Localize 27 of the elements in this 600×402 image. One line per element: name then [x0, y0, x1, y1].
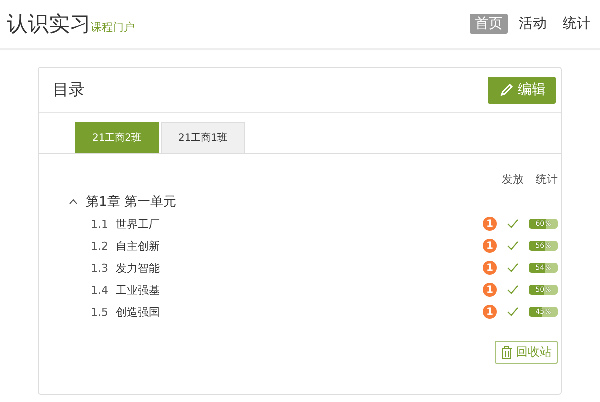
nav-link[interactable]: 活动: [514, 14, 552, 34]
site-title: 认识实习: [7, 11, 91, 38]
nav-link[interactable]: 统计: [558, 14, 596, 34]
section-number: 1.4: [91, 284, 110, 296]
section-number: 1.1: [91, 218, 110, 230]
section-number: 1.2: [91, 240, 110, 252]
count-badge: 1: [483, 283, 497, 297]
class-tab[interactable]: 21工商1班: [161, 122, 245, 153]
section-number: 1.3: [91, 262, 110, 274]
count-badge: 1: [483, 305, 497, 319]
count-badge: 1: [483, 239, 497, 253]
collapse-caret-icon[interactable]: [69, 199, 78, 205]
section-title[interactable]: 创造强国: [116, 304, 160, 320]
pencil-icon: [500, 83, 514, 97]
section-title[interactable]: 世界工厂: [116, 216, 160, 232]
trash-icon: [501, 346, 513, 360]
count-badge: 1: [483, 261, 497, 275]
section-number: 1.5: [91, 306, 110, 318]
card-title: 目录: [53, 80, 85, 100]
section-title[interactable]: 发力智能: [116, 260, 160, 276]
column-header: 发放: [502, 172, 524, 187]
chapter-title[interactable]: 第1章 第一单元: [86, 193, 176, 211]
section-title[interactable]: 自主创新: [116, 238, 160, 254]
site-subtitle: 课程门户: [91, 20, 135, 34]
section-title[interactable]: 工业强基: [116, 282, 160, 298]
count-badge: 1: [483, 217, 497, 231]
column-header: 统计: [536, 172, 558, 187]
